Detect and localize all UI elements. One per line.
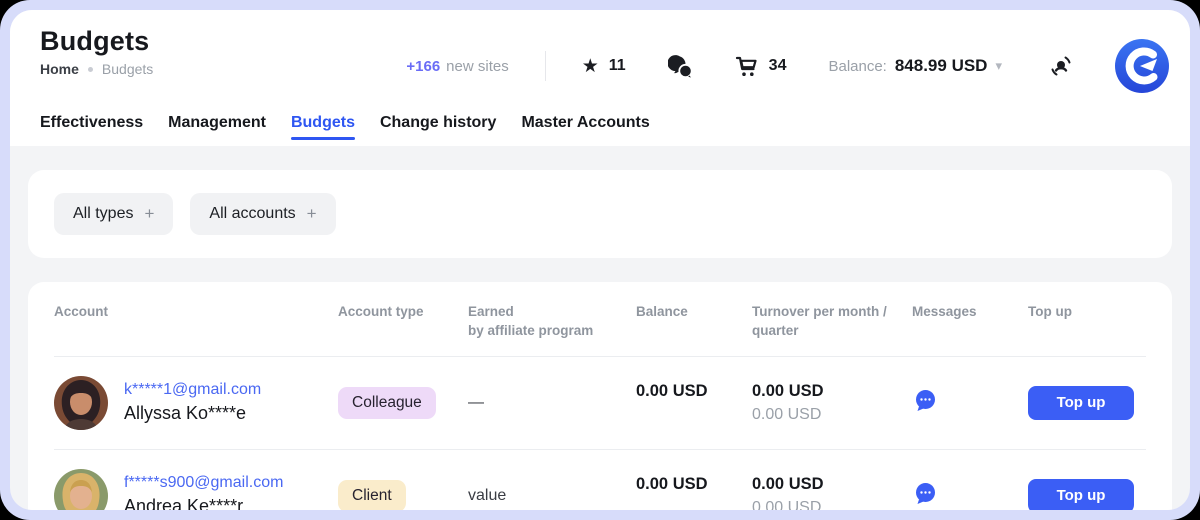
col-earned: Earnedby affiliate program xyxy=(468,303,636,341)
chevron-down-icon: ▾ xyxy=(995,58,1002,74)
balance-label: Balance: xyxy=(828,58,886,75)
balance-dropdown[interactable]: Balance: 848.99 USD ▾ xyxy=(828,56,1002,76)
star-icon: ★ xyxy=(582,57,599,76)
top-up-button[interactable]: Top up xyxy=(1028,386,1134,420)
topbar: Budgets Home Budgets +166 new sites ★ 11 xyxy=(40,26,1170,94)
turnover-quarter: 0.00 USD xyxy=(752,499,912,510)
app-window: Budgets Home Budgets +166 new sites ★ 11 xyxy=(10,10,1190,510)
favorites-stat[interactable]: ★ 11 xyxy=(582,57,626,76)
account-name: Andrea Ke****r xyxy=(124,496,283,510)
col-top-up: Top up xyxy=(1028,303,1146,322)
tab-budgets[interactable]: Budgets xyxy=(291,114,355,146)
account-cell: k*****1@gmail.com Allyssa Ko****e xyxy=(54,376,338,430)
account-email-link[interactable]: k*****1@gmail.com xyxy=(124,381,261,399)
new-sites-link[interactable]: +166 new sites xyxy=(406,58,508,75)
turnover-quarter: 0.00 USD xyxy=(752,406,912,424)
breadcrumb: Home Budgets xyxy=(40,61,153,77)
top-up-button[interactable]: Top up xyxy=(1028,479,1134,510)
filter-all-types[interactable]: All types + xyxy=(54,193,173,235)
tab-change-history[interactable]: Change history xyxy=(380,114,496,146)
earned-value: value xyxy=(468,487,636,505)
chat-bubble-icon xyxy=(912,480,939,507)
account-type-badge: Client xyxy=(338,480,406,510)
new-sites-count: +166 xyxy=(406,58,440,75)
tab-bar: Effectiveness Management Budgets Change … xyxy=(40,114,1170,146)
cart-icon xyxy=(735,54,759,78)
col-balance: Balance xyxy=(636,303,752,322)
plus-icon: + xyxy=(307,204,317,224)
topbar-divider xyxy=(545,51,546,81)
page-content: All types + All accounts + Account Accou… xyxy=(10,146,1190,510)
tab-effectiveness[interactable]: Effectiveness xyxy=(40,114,143,146)
breadcrumb-current: Budgets xyxy=(102,61,153,77)
turnover-month: 0.00 USD xyxy=(752,382,912,401)
title-block: Budgets Home Budgets xyxy=(40,26,153,77)
balance-value: 848.99 USD xyxy=(895,56,988,76)
messages-button[interactable] xyxy=(668,54,693,79)
col-messages: Messages xyxy=(912,303,1028,322)
balance-cell: 0.00 USD xyxy=(636,475,752,494)
turnover-cell: 0.00 USD 0.00 USD xyxy=(752,475,912,510)
support-person-icon xyxy=(1048,53,1074,79)
filter-panel: All types + All accounts + xyxy=(28,170,1172,258)
favorites-count: 11 xyxy=(609,57,626,75)
table-row: f*****s900@gmail.com Andrea Ke****r Clie… xyxy=(54,450,1146,510)
window-frame: Budgets Home Budgets +166 new sites ★ 11 xyxy=(0,0,1200,520)
topbar-actions: +166 new sites ★ 11 xyxy=(406,26,1170,94)
chat-bubbles-icon xyxy=(668,54,693,79)
avatar xyxy=(54,376,108,430)
plus-icon: + xyxy=(144,204,154,224)
avatar xyxy=(54,469,108,510)
breadcrumb-separator-dot xyxy=(88,67,93,72)
filter-all-accounts-label: All accounts xyxy=(209,205,295,223)
account-email-link[interactable]: f*****s900@gmail.com xyxy=(124,474,283,492)
page-title: Budgets xyxy=(40,26,153,57)
new-sites-label: new sites xyxy=(446,58,509,75)
chat-bubble-icon xyxy=(912,387,939,414)
turnover-cell: 0.00 USD 0.00 USD xyxy=(752,382,912,424)
account-type-badge: Colleague xyxy=(338,387,436,419)
earned-value: — xyxy=(468,394,636,412)
tab-management[interactable]: Management xyxy=(168,114,266,146)
col-turnover: Turnover per month /quarter xyxy=(752,303,912,341)
tab-master-accounts[interactable]: Master Accounts xyxy=(521,114,649,146)
header-zone: Budgets Home Budgets +166 new sites ★ 11 xyxy=(10,10,1190,146)
account-name: Allyssa Ko****e xyxy=(124,403,261,424)
cart-stat[interactable]: 34 xyxy=(735,54,787,78)
table-header-row: Account Account type Earnedby affiliate … xyxy=(54,282,1146,357)
support-button[interactable] xyxy=(1048,53,1074,79)
budgets-table: Account Account type Earnedby affiliate … xyxy=(28,282,1172,510)
brand-logo[interactable] xyxy=(1114,38,1170,94)
breadcrumb-home-link[interactable]: Home xyxy=(40,61,79,77)
account-cell: f*****s900@gmail.com Andrea Ke****r xyxy=(54,469,338,510)
message-button[interactable] xyxy=(912,480,940,510)
filter-all-types-label: All types xyxy=(73,205,133,223)
balance-cell: 0.00 USD xyxy=(636,382,752,401)
cart-count: 34 xyxy=(769,57,787,75)
table-row: k*****1@gmail.com Allyssa Ko****e Collea… xyxy=(54,357,1146,450)
turnover-month: 0.00 USD xyxy=(752,475,912,494)
filter-all-accounts[interactable]: All accounts + xyxy=(190,193,335,235)
col-account-type: Account type xyxy=(338,303,468,322)
message-button[interactable] xyxy=(912,387,940,419)
col-account: Account xyxy=(54,303,338,322)
